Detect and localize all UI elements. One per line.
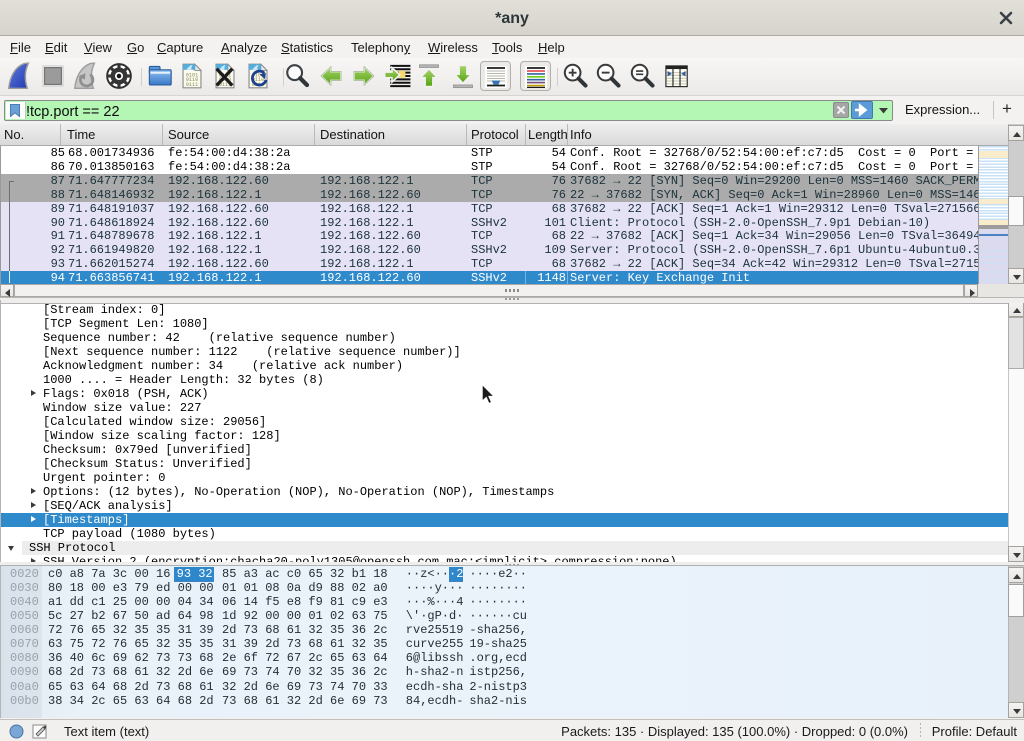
svg-text:0111: 0111 <box>185 82 197 88</box>
